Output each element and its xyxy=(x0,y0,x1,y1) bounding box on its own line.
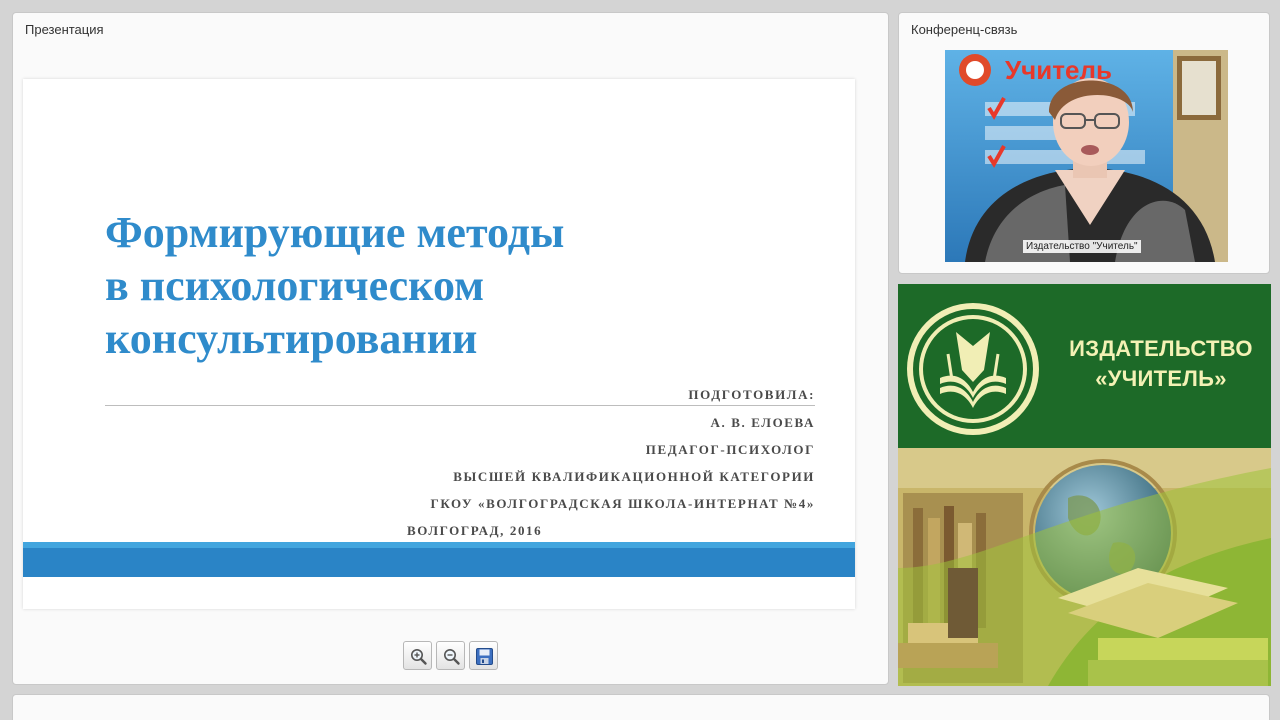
zoom-in-button[interactable] xyxy=(403,641,432,670)
slide-title-line-3: консультировании xyxy=(105,314,478,363)
conference-panel-title: Конференц-связь xyxy=(911,22,1018,37)
video-frame: Учитель xyxy=(945,50,1228,262)
publisher-name-line-2: «УЧИТЕЛЬ» xyxy=(1095,366,1227,391)
slide-divider xyxy=(105,405,815,406)
slide-band xyxy=(23,548,855,577)
zoom-out-icon xyxy=(444,649,460,665)
slide-position: ПЕДАГОГ-ПСИХОЛОГ xyxy=(645,442,815,457)
slide-organization: ГКОУ «ВОЛГОГРАДСКАЯ ШКОЛА-ИНТЕРНАТ №4» xyxy=(430,496,815,511)
publisher-promo-image[interactable] xyxy=(898,448,1271,686)
slide-city-year: ВОЛГОГРАД, 2016 xyxy=(407,523,543,538)
video-feed[interactable]: Учитель Издательство "Учитель" xyxy=(945,50,1228,262)
video-caption: Издательство "Учитель" xyxy=(1023,240,1141,253)
slide-prepared-by-label: ПОДГОТОВИЛА: xyxy=(688,387,815,402)
publisher-banner[interactable]: ИЗДАТЕЛЬСТВО «УЧИТЕЛЬ» xyxy=(898,284,1271,448)
slide-title-line-2: в психологическом xyxy=(105,261,485,310)
slide-category: ВЫСШЕЙ КВАЛИФИКАЦИОННОЙ КАТЕГОРИИ xyxy=(453,469,815,484)
conference-panel: Конференц-связь Учитель Издательство "Уч… xyxy=(898,12,1270,274)
slide-title: Формирующие методы в психологическом кон… xyxy=(105,206,745,365)
bottom-panel xyxy=(12,694,1270,720)
save-icon xyxy=(476,648,493,665)
presentation-panel-title: Презентация xyxy=(25,22,104,37)
zoom-in-icon xyxy=(411,649,427,665)
publisher-logo-icon xyxy=(907,303,1039,435)
save-button[interactable] xyxy=(469,641,498,670)
slide-title-line-1: Формирующие методы xyxy=(105,208,565,257)
presentation-slide: Формирующие методы в психологическом кон… xyxy=(23,79,855,609)
presentation-panel: Презентация Формирующие методы в психоло… xyxy=(12,12,889,685)
zoom-out-button[interactable] xyxy=(436,641,465,670)
publisher-name-line-1: ИЗДАТЕЛЬСТВО xyxy=(1069,336,1253,361)
slide-author: А. В. ЕЛОЕВА xyxy=(710,415,815,430)
publisher-name: ИЗДАТЕЛЬСТВО «УЧИТЕЛЬ» xyxy=(1056,334,1266,394)
books-globe-image xyxy=(898,448,1271,686)
